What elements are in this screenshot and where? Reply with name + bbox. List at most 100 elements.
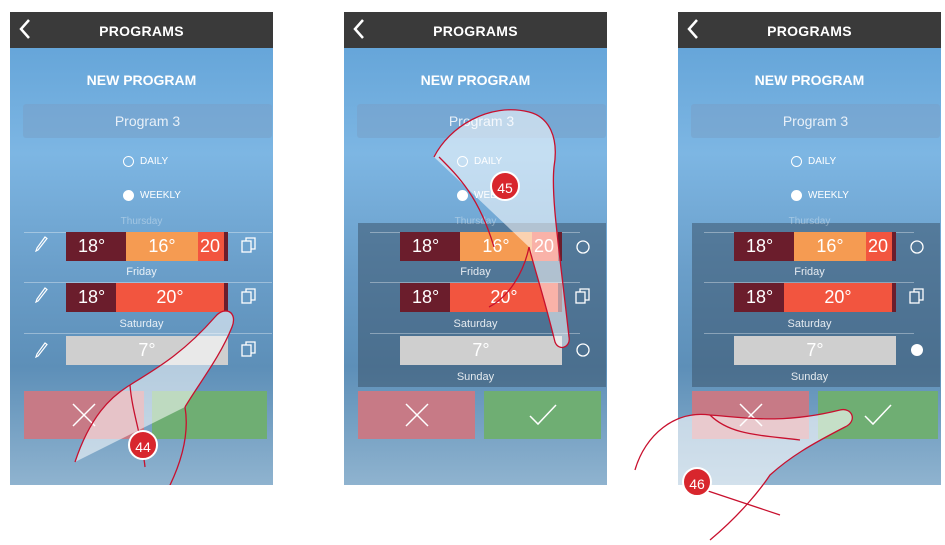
- temp-segment: 18°: [66, 232, 126, 261]
- copy-icon[interactable]: [241, 341, 257, 359]
- divider: [370, 333, 580, 334]
- day-label-friday: Friday: [126, 266, 157, 278]
- pencil-icon[interactable]: [35, 234, 49, 252]
- step-marker: 44: [128, 430, 158, 460]
- radio-weekly-label: WEEKLY: [140, 190, 181, 201]
- radio-icon[interactable]: [909, 238, 925, 256]
- section-title: NEW PROGRAM: [86, 72, 197, 88]
- radio-selected-icon[interactable]: [909, 341, 925, 359]
- schedule-bar-friday[interactable]: 18° 20°: [400, 283, 562, 312]
- day-label-saturday: Saturday: [119, 318, 164, 330]
- temp-segment: 20°: [450, 283, 558, 312]
- x-icon: [72, 403, 96, 427]
- schedule-bar-saturday[interactable]: 7°: [66, 336, 228, 365]
- radio-selected-icon: [123, 189, 134, 201]
- divider: [24, 333, 272, 334]
- radio-icon[interactable]: [575, 341, 591, 359]
- top-bar: PROGRAMS: [344, 12, 607, 48]
- temp-segment: 18°: [734, 232, 794, 261]
- copy-icon[interactable]: [241, 288, 257, 306]
- checkmark-icon: [528, 404, 557, 426]
- schedule-bar-thursday[interactable]: 18° 16° 20: [66, 232, 228, 261]
- radio-daily[interactable]: DAILY: [123, 154, 168, 170]
- radio-icon: [791, 155, 802, 167]
- step-marker: 45: [490, 171, 520, 201]
- checkmark-icon: [864, 404, 892, 426]
- day-label-sunday: Sunday: [456, 371, 495, 383]
- temp-segment: 18°: [734, 283, 784, 312]
- radio-weekly-label: WEEKLY: [808, 190, 849, 201]
- temp-segment: 7°: [400, 336, 562, 365]
- radio-icon: [123, 155, 134, 167]
- temp-segment: 18°: [400, 232, 460, 261]
- program-name-input[interactable]: Program 3: [357, 104, 606, 138]
- temp-segment: 18°: [66, 283, 116, 312]
- day-label-friday: Friday: [460, 266, 491, 278]
- page-title: PROGRAMS: [99, 23, 184, 39]
- temp-segment: 16°: [460, 232, 532, 261]
- copy-icon[interactable]: [909, 288, 925, 306]
- section-title: NEW PROGRAM: [754, 72, 865, 88]
- confirm-button[interactable]: [152, 391, 267, 439]
- radio-daily[interactable]: DAILY: [457, 154, 502, 170]
- radio-selected-icon: [457, 189, 468, 201]
- temp-segment: [224, 232, 228, 261]
- day-label-friday: Friday: [794, 266, 825, 278]
- temp-segment: 20°: [784, 283, 892, 312]
- x-icon: [738, 403, 763, 427]
- temp-segment: [224, 283, 228, 312]
- day-label-saturday: Saturday: [787, 318, 832, 330]
- temp-segment: 18°: [400, 283, 450, 312]
- schedule-bar-friday[interactable]: 18° 20°: [66, 283, 228, 312]
- temp-segment: [558, 232, 562, 261]
- copy-icon[interactable]: [241, 237, 257, 255]
- radio-daily-label: DAILY: [140, 156, 169, 167]
- page-title: PROGRAMS: [433, 23, 518, 39]
- program-name-input[interactable]: Program 3: [691, 104, 940, 138]
- day-label-saturday: Saturday: [453, 318, 498, 330]
- page-title: PROGRAMS: [767, 23, 852, 39]
- copy-icon[interactable]: [575, 288, 591, 306]
- temp-segment: 20: [198, 232, 224, 261]
- divider: [704, 333, 914, 334]
- radio-weekly[interactable]: WEEKLY: [123, 188, 181, 204]
- radio-daily-label: DAILY: [808, 156, 837, 167]
- temp-segment: [558, 283, 562, 312]
- radio-daily[interactable]: DAILY: [791, 154, 836, 170]
- schedule-bar-friday[interactable]: 18° 20°: [734, 283, 896, 312]
- schedule-bar-thursday[interactable]: 18° 16° 20: [400, 232, 562, 261]
- section-title: NEW PROGRAM: [420, 72, 531, 88]
- top-bar: PROGRAMS: [10, 12, 273, 48]
- pencil-icon[interactable]: [35, 340, 49, 358]
- radio-selected-icon: [791, 189, 802, 201]
- radio-icon[interactable]: [575, 238, 591, 256]
- pencil-icon[interactable]: [35, 285, 49, 303]
- temp-segment: [892, 283, 896, 312]
- temp-segment: 16°: [126, 232, 198, 261]
- schedule-bar-saturday[interactable]: 7°: [734, 336, 896, 365]
- cancel-button[interactable]: [358, 391, 475, 439]
- day-label-thursday: Thursday: [120, 216, 163, 227]
- temp-segment: 20°: [116, 283, 224, 312]
- program-name-input[interactable]: Program 3: [23, 104, 272, 138]
- phone-screen-step-2: PROGRAMS NEW PROGRAM Program 3 DAILY WEE…: [344, 12, 607, 485]
- x-icon: [404, 403, 429, 427]
- temp-segment: 20: [866, 232, 892, 261]
- top-bar: PROGRAMS: [678, 12, 941, 48]
- phone-screen-step-1: PROGRAMS NEW PROGRAM Program 3 DAILY WEE…: [10, 12, 273, 485]
- day-label-thursday: Thursday: [788, 216, 831, 227]
- day-label-thursday: Thursday: [454, 216, 497, 227]
- cancel-button[interactable]: [692, 391, 809, 439]
- temp-segment: [892, 232, 896, 261]
- confirm-button[interactable]: [484, 391, 601, 439]
- temp-segment: 7°: [734, 336, 896, 365]
- confirm-button[interactable]: [818, 391, 938, 439]
- schedule-bar-saturday[interactable]: 7°: [400, 336, 562, 365]
- schedule-bar-thursday[interactable]: 18° 16° 20: [734, 232, 896, 261]
- temp-segment: 7°: [66, 336, 228, 365]
- radio-weekly[interactable]: WEEKLY: [791, 188, 849, 204]
- day-label-sunday: Sunday: [790, 371, 829, 383]
- temp-segment: 20: [532, 232, 558, 261]
- cancel-button[interactable]: [24, 391, 144, 439]
- radio-daily-label: DAILY: [474, 156, 503, 167]
